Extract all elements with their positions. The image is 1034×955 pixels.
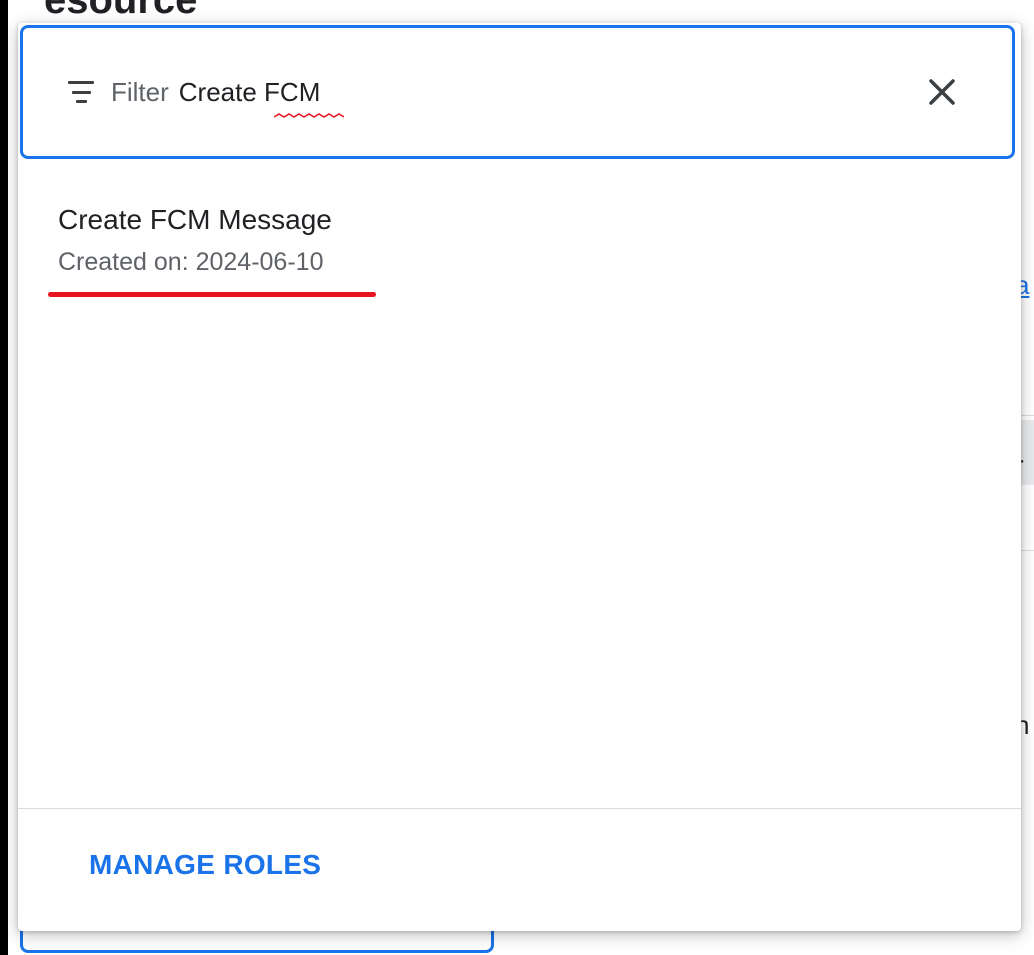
role-created-date: Created on: 2024-06-10 bbox=[58, 248, 324, 276]
role-picker-popup: Filter Create FCM Message Created on: 20… bbox=[18, 23, 1021, 931]
filter-input[interactable] bbox=[178, 76, 779, 108]
background-heading: esource bbox=[44, 0, 198, 22]
filter-bar[interactable]: Filter bbox=[20, 25, 1015, 159]
spellcheck-squiggle bbox=[274, 113, 344, 118]
footer-divider bbox=[18, 808, 1021, 809]
role-title: Create FCM Message bbox=[58, 204, 332, 235]
list-item[interactable]: Create FCM Message Created on: 2024-06-1… bbox=[58, 201, 958, 279]
filter-list-icon bbox=[65, 81, 97, 103]
annotation-underline bbox=[48, 292, 376, 297]
filter-label: Filter bbox=[111, 76, 169, 107]
manage-roles-button[interactable]: MANAGE ROLES bbox=[89, 849, 321, 881]
close-icon[interactable] bbox=[922, 72, 962, 112]
